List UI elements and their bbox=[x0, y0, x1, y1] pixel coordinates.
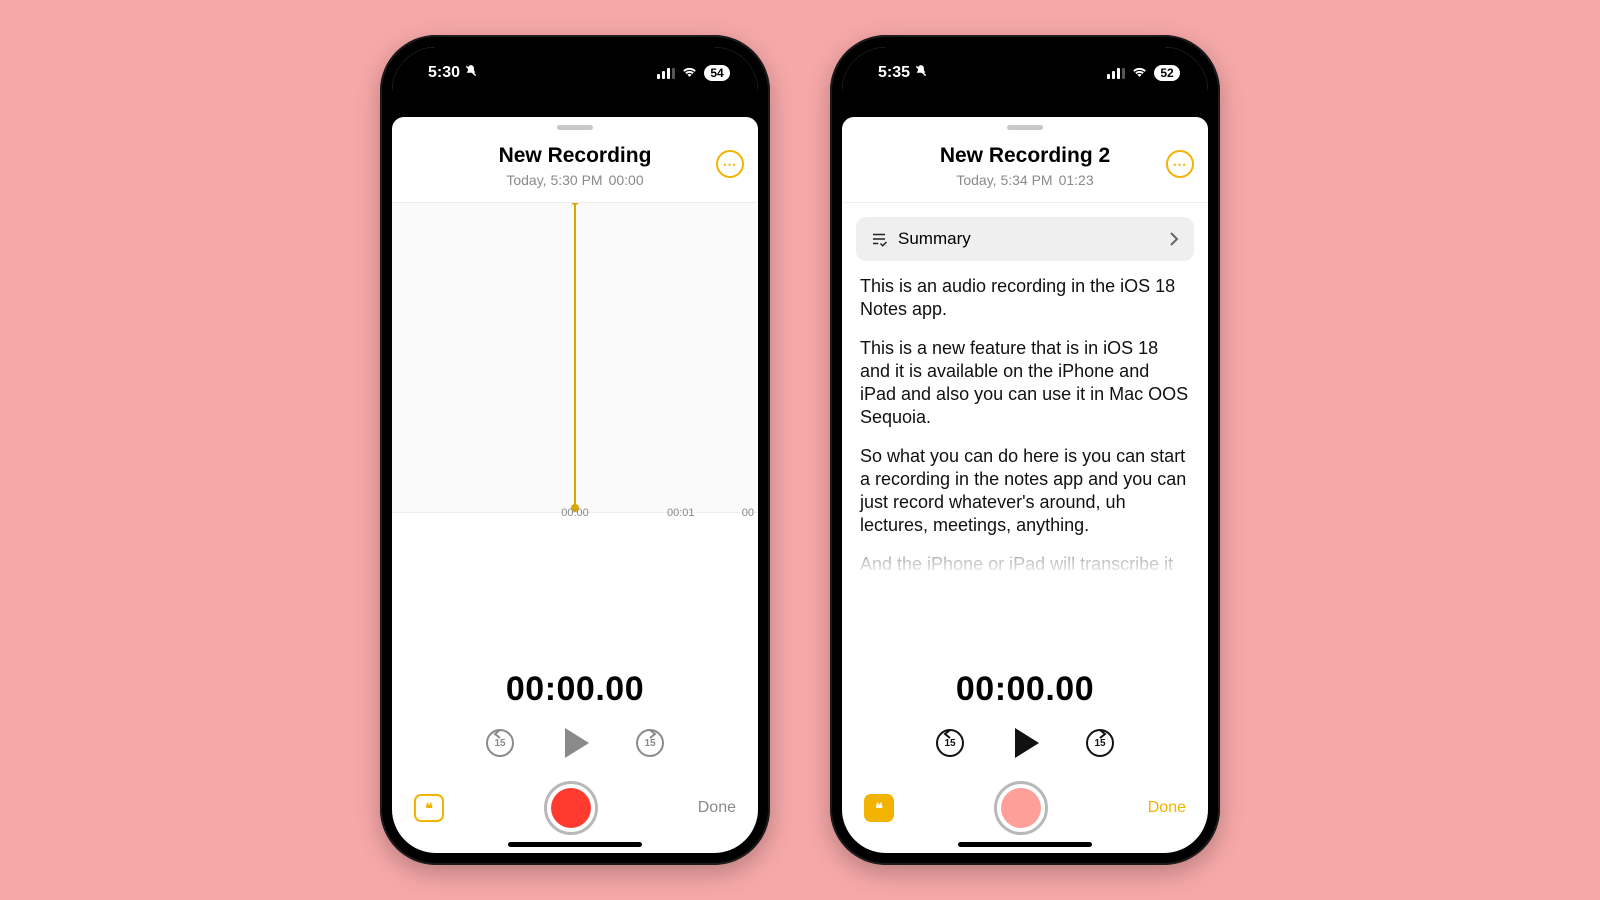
playhead bbox=[574, 203, 576, 508]
chevron-right-icon bbox=[1168, 231, 1180, 247]
record-button[interactable] bbox=[994, 781, 1048, 835]
play-button[interactable] bbox=[557, 725, 593, 761]
done-button[interactable]: Done bbox=[698, 799, 736, 817]
sheet-grabber[interactable] bbox=[1007, 125, 1043, 130]
wifi-icon bbox=[681, 64, 698, 82]
recording-subtitle: Today, 5:34 PM01:23 bbox=[858, 172, 1192, 188]
record-button[interactable] bbox=[544, 781, 598, 835]
play-button[interactable] bbox=[1007, 725, 1043, 761]
dynamic-island bbox=[966, 57, 1084, 91]
sheet-grabber[interactable] bbox=[557, 125, 593, 130]
summary-icon bbox=[870, 230, 888, 248]
skip-forward-button[interactable]: 15 bbox=[633, 726, 667, 760]
transcript-toggle-button[interactable]: ❝ bbox=[414, 794, 444, 822]
transcript-paragraph: This is a new feature that is in iOS 18 … bbox=[860, 337, 1190, 429]
cellular-icon bbox=[657, 67, 675, 79]
home-indicator[interactable] bbox=[958, 842, 1092, 847]
recording-sheet: New Recording 2 Today, 5:34 PM01:23 ⋯ Su… bbox=[842, 117, 1208, 853]
wifi-icon bbox=[1131, 64, 1148, 82]
phone-left: 5:30 54 New Recording Today, 5:30 PM bbox=[380, 35, 770, 865]
screen-right: 5:35 52 New Recording 2 Today, 5:34 bbox=[842, 47, 1208, 853]
battery-level: 52 bbox=[1154, 65, 1180, 81]
time-ruler: 00:00 00:01 00 bbox=[392, 503, 758, 519]
skip-forward-button[interactable]: 15 bbox=[1083, 726, 1117, 760]
skip-back-button[interactable]: 15 bbox=[933, 726, 967, 760]
transcript-toggle-button[interactable]: ❝ bbox=[864, 794, 894, 822]
summary-label: Summary bbox=[898, 229, 1158, 249]
screen-left: 5:30 54 New Recording Today, 5:30 PM bbox=[392, 47, 758, 853]
transcript-paragraph: So what you can do here is you can start… bbox=[860, 445, 1190, 537]
silent-icon bbox=[464, 64, 478, 83]
summary-row[interactable]: Summary bbox=[856, 217, 1194, 261]
home-indicator[interactable] bbox=[508, 842, 642, 847]
recording-sheet: New Recording Today, 5:30 PM00:00 ⋯ 00:0… bbox=[392, 117, 758, 853]
elapsed-time: 00:00.00 bbox=[408, 670, 742, 709]
recording-title: New Recording 2 bbox=[858, 144, 1192, 168]
transcript-paragraph: And the iPhone or iPad will transcribe i… bbox=[860, 553, 1190, 587]
dynamic-island bbox=[516, 57, 634, 91]
done-button[interactable]: Done bbox=[1148, 799, 1186, 817]
recording-subtitle: Today, 5:30 PM00:00 bbox=[408, 172, 742, 188]
silent-icon bbox=[914, 64, 928, 83]
transcript-paragraph: This is an audio recording in the iOS 18… bbox=[860, 275, 1190, 321]
more-button[interactable]: ⋯ bbox=[716, 150, 744, 178]
cellular-icon bbox=[1107, 67, 1125, 79]
status-time: 5:35 bbox=[878, 64, 910, 82]
more-button[interactable]: ⋯ bbox=[1166, 150, 1194, 178]
transcript-body[interactable]: This is an audio recording in the iOS 18… bbox=[842, 271, 1208, 587]
battery-level: 54 bbox=[704, 65, 730, 81]
recording-title: New Recording bbox=[408, 144, 742, 168]
skip-back-button[interactable]: 15 bbox=[483, 726, 517, 760]
elapsed-time: 00:00.00 bbox=[858, 670, 1192, 709]
status-time: 5:30 bbox=[428, 64, 460, 82]
phone-right: 5:35 52 New Recording 2 Today, 5:34 bbox=[830, 35, 1220, 865]
waveform-area[interactable] bbox=[392, 203, 758, 513]
